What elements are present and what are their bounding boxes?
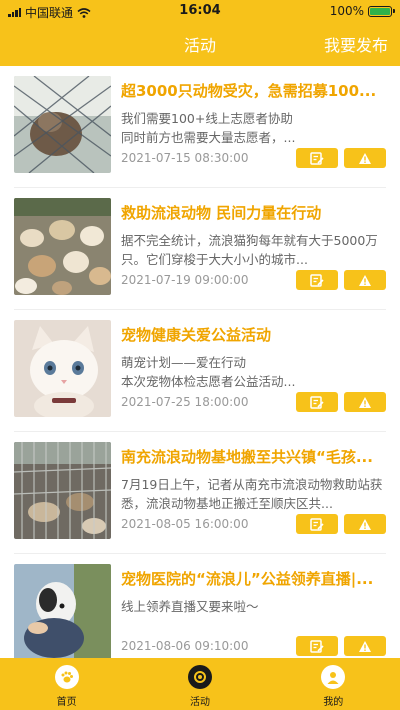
- activity-date: 2021-07-19 09:00:00: [121, 273, 249, 287]
- battery-percent: 100%: [329, 4, 364, 18]
- activity-date: 2021-08-06 09:10:00: [121, 639, 249, 653]
- bottom-tab-bar: 首页 活动 我的: [0, 658, 400, 710]
- warning-icon: [359, 152, 371, 164]
- report-button[interactable]: [344, 514, 386, 534]
- tab-home-label: 首页: [56, 697, 77, 708]
- activity-title: 宠物健康关爱公益活动: [121, 326, 272, 344]
- tab-activity[interactable]: 活动: [133, 658, 266, 710]
- signup-button[interactable]: [296, 514, 338, 534]
- report-button[interactable]: [344, 392, 386, 412]
- activity-title: 南充流浪动物基地搬至共兴镇“毛孩...: [121, 448, 373, 466]
- signup-button[interactable]: [296, 148, 338, 168]
- activity-ring-icon: [187, 665, 212, 689]
- signup-form-icon: [310, 395, 324, 409]
- battery-icon: [368, 6, 395, 17]
- signup-form-icon: [310, 517, 324, 531]
- activity-list[interactable]: 超3000只动物受灾，急需招募100... 我们需要100+线上志愿者协助 同时…: [0, 66, 400, 658]
- activity-card[interactable]: 超3000只动物受灾，急需招募100... 我们需要100+线上志愿者协助 同时…: [14, 66, 386, 188]
- signup-button[interactable]: [296, 392, 338, 412]
- activity-card[interactable]: 南充流浪动物基地搬至共兴镇“毛孩... 7月19日上午，记者从南充市流浪动物救助…: [14, 432, 386, 554]
- activity-date: 2021-07-25 18:00:00: [121, 395, 249, 409]
- warning-icon: [359, 396, 371, 408]
- signup-button[interactable]: [296, 636, 338, 656]
- warning-icon: [359, 274, 371, 286]
- activity-thumbnail: [14, 76, 111, 173]
- activity-thumbnail: [14, 564, 111, 658]
- activity-title: 救助流浪动物 民间力量在行动: [121, 204, 322, 222]
- activity-title: 宠物医院的“流浪儿”公益领养直播|...: [121, 570, 374, 588]
- tab-profile-label: 我的: [323, 697, 344, 708]
- report-button[interactable]: [344, 270, 386, 290]
- top-header: 中国联通 16:04 100% 活动 我要发布: [0, 0, 400, 66]
- tab-activity-label: 活动: [189, 697, 210, 708]
- activity-title: 超3000只动物受灾，急需招募100...: [121, 82, 377, 100]
- profile-icon: [321, 665, 346, 689]
- signup-form-icon: [310, 273, 324, 287]
- signup-button[interactable]: [296, 270, 338, 290]
- activity-thumbnail: [14, 442, 111, 539]
- activity-card[interactable]: 宠物健康关爱公益活动 萌宠计划——爱在行动 本次宠物体检志愿者公益活动... 2…: [14, 310, 386, 432]
- activity-thumbnail: [14, 320, 111, 417]
- tab-profile[interactable]: 我的: [267, 658, 400, 710]
- activity-date: 2021-08-05 16:00:00: [121, 517, 249, 531]
- signup-form-icon: [310, 639, 324, 653]
- activity-card[interactable]: 宠物医院的“流浪儿”公益领养直播|... 线上领养直播又要来啦～ 2021-08…: [14, 554, 386, 658]
- activity-description: 据不完全统计，流浪猫狗每年就有大于5000万只。它们穿梭于大大小小的城市...: [121, 233, 378, 267]
- status-bar: 中国联通 16:04 100%: [0, 0, 400, 22]
- activity-date: 2021-07-15 08:30:00: [121, 151, 249, 165]
- publish-button[interactable]: 我要发布: [324, 32, 388, 56]
- activity-card[interactable]: 救助流浪动物 民间力量在行动 据不完全统计，流浪猫狗每年就有大于5000万只。它…: [14, 188, 386, 310]
- report-button[interactable]: [344, 636, 386, 656]
- activity-description: 我们需要100+线上志愿者协助 同时前方也需要大量志愿者，...: [121, 111, 296, 145]
- report-button[interactable]: [344, 148, 386, 168]
- tab-home[interactable]: 首页: [0, 658, 133, 710]
- activity-description: 萌宠计划——爱在行动 本次宠物体检志愿者公益活动...: [121, 355, 296, 389]
- activity-thumbnail: [14, 198, 111, 295]
- warning-icon: [359, 640, 371, 652]
- warning-icon: [359, 518, 371, 530]
- home-paw-icon: [54, 665, 79, 689]
- signup-form-icon: [310, 151, 324, 165]
- activity-description: 线上领养直播又要来啦～: [121, 599, 259, 614]
- activity-description: 7月19日上午，记者从南充市流浪动物救助站获悉，流浪动物基地正搬迁至顺庆区共..…: [121, 477, 383, 511]
